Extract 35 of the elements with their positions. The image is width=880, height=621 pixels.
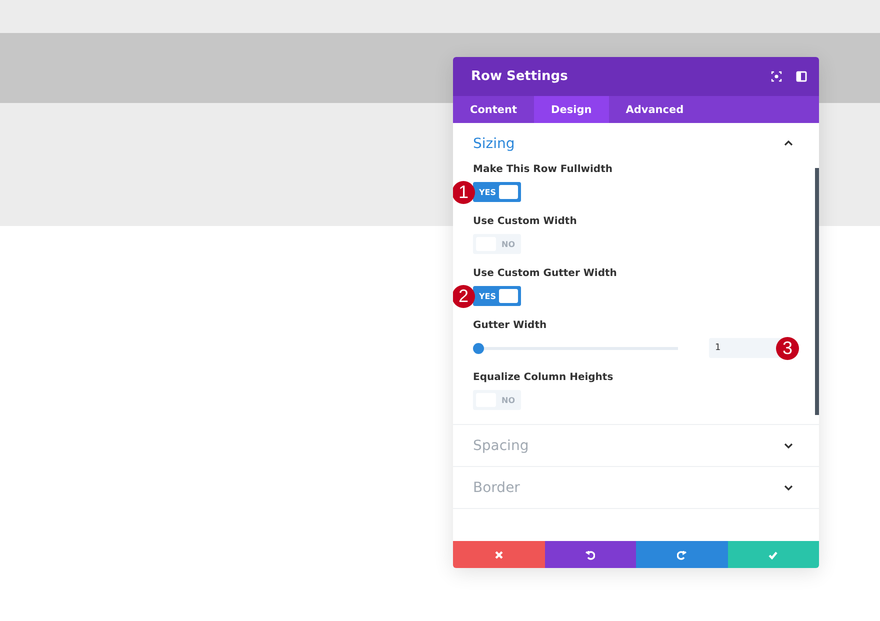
- chevron-up-icon: [784, 139, 793, 148]
- field-label: Gutter Width: [473, 320, 548, 331]
- tab[interactable]: Content: [453, 96, 534, 123]
- step-marker: 2: [453, 285, 475, 308]
- section-header[interactable]: Spacing: [453, 425, 819, 466]
- undo-button[interactable]: [544, 541, 636, 568]
- undo-icon: [585, 550, 596, 560]
- discard-button[interactable]: [453, 541, 544, 568]
- field-label: Use Custom Gutter Width: [473, 268, 618, 279]
- toggle-switch[interactable]: NO: [473, 234, 521, 254]
- redo-button[interactable]: [636, 541, 728, 568]
- toggle-switch[interactable]: NO: [473, 390, 521, 410]
- step-marker: 3: [776, 337, 799, 360]
- field-label: Equalize Column Heights: [473, 372, 614, 383]
- field-label: Use Custom Width: [473, 216, 578, 227]
- tab[interactable]: Design: [534, 96, 609, 123]
- sidebar-icon[interactable]: [796, 71, 807, 82]
- step-marker: 1: [453, 181, 475, 204]
- close-icon: [494, 550, 504, 560]
- fullscreen-icon[interactable]: [771, 71, 782, 82]
- section-header[interactable]: Sizing: [453, 123, 819, 164]
- check-icon: [768, 550, 778, 560]
- scrollbar[interactable]: [815, 168, 819, 415]
- slider-thumb[interactable]: [473, 342, 484, 354]
- toggle-switch[interactable]: YES: [473, 182, 521, 202]
- chevron-down-icon: [784, 483, 793, 492]
- tab[interactable]: Advanced: [608, 96, 701, 123]
- toggle-switch[interactable]: YES: [473, 286, 521, 306]
- section-header[interactable]: Border: [453, 467, 819, 508]
- chevron-down-icon: [784, 441, 793, 450]
- modal-title: Row Settings: [471, 69, 569, 84]
- field-label: Make This Row Fullwidth: [473, 164, 614, 175]
- number-field[interactable]: 1: [709, 338, 783, 358]
- redo-icon: [676, 550, 687, 560]
- save-button[interactable]: [728, 541, 819, 568]
